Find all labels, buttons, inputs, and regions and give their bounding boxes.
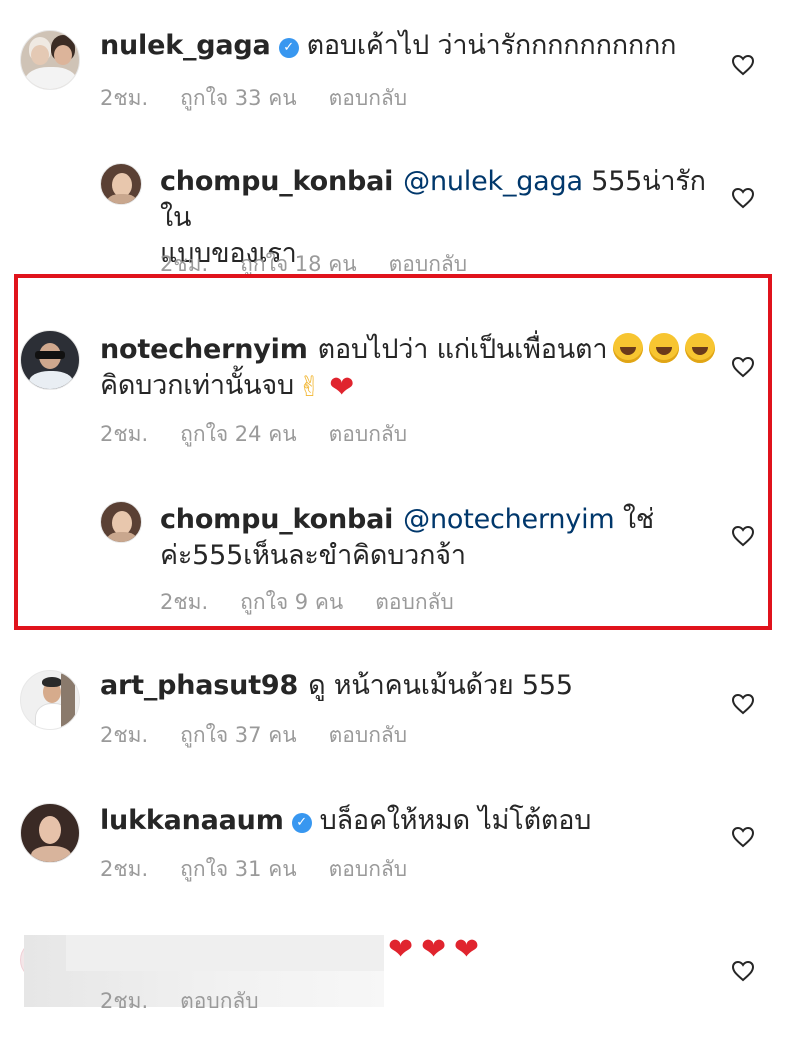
reply-button[interactable]: ตอบกลับ [329,857,408,881]
heart-outline-icon[interactable] [731,187,755,209]
heart-outline-icon[interactable] [731,525,755,547]
comment-text: ตอบเค้าไป ว่าน่ารักกกกกกกกกก [306,30,677,61]
rolling-on-floor-laughing-emoji [685,333,716,363]
username[interactable]: lukkanaaum [100,805,284,836]
heart-outline-icon[interactable] [731,960,755,982]
heart-outline-icon[interactable] [731,356,755,378]
username[interactable]: chompu_konbai [160,504,393,535]
avatar[interactable] [20,803,80,863]
rolling-on-floor-laughing-emoji [613,333,644,363]
mention-link[interactable]: @notechernyim [403,504,615,535]
likes-count[interactable]: ถูกใจ 37 คน [180,723,296,747]
comment-text: ใช่ [622,504,654,535]
comment-text-cont: ค่ะ555เห็นละขำคิดบวกจ้า [160,540,466,571]
reply-button[interactable]: ตอบกลับ [329,422,408,446]
timestamp[interactable]: 2ชม. [160,252,208,276]
comment-text: ดู หน้าคนเม้นด้วย 555 [308,670,573,701]
heart-outline-icon[interactable] [731,826,755,848]
avatar[interactable] [100,501,142,543]
reply-button[interactable]: ตอบกลับ [375,590,454,614]
red-heart-emoji: ❤ [420,932,446,967]
likes-count[interactable]: ถูกใจ 33 คน [180,86,296,110]
reply-button[interactable]: ตอบกลับ [180,989,259,1013]
mention-link[interactable]: @nulek_gaga [403,166,583,197]
username[interactable]: art_phasut98 [100,670,298,701]
avatar[interactable] [20,330,80,390]
verified-badge-icon: ✓ [291,813,312,833]
avatar[interactable] [100,163,142,205]
verified-badge-icon: ✓ [278,38,299,58]
username[interactable]: nulek_gaga [100,30,271,61]
reply-button[interactable]: ตอบกลับ [329,86,408,110]
reply-button[interactable]: ตอบกลับ [329,723,408,747]
username[interactable]: notechernyim [100,334,308,365]
reply-button[interactable]: ตอบกลับ [389,252,468,276]
username[interactable]: chompu_konbai [160,166,393,197]
comment-text-cont: คิดบวกเท่านั้นจบ [100,370,294,401]
highlight-box [14,274,772,630]
heart-outline-icon[interactable] [731,693,755,715]
likes-count[interactable]: ถูกใจ 24 คน [180,422,296,446]
red-heart-emoji: ❤ [388,932,413,967]
rolling-on-floor-laughing-emoji [649,333,680,363]
avatar[interactable] [20,30,80,90]
timestamp[interactable]: 2ชม. [100,989,148,1013]
red-heart-emoji: ❤ [453,932,479,967]
likes-count[interactable]: ถูกใจ 9 คน [240,590,343,614]
likes-count[interactable]: ถูกใจ 18 คน [240,252,356,276]
timestamp[interactable]: 2ชม. [100,422,148,446]
comment-text: บล็อคให้หมด ไม่โต้ตอบ [319,805,592,836]
timestamp[interactable]: 2ชม. [100,86,148,110]
blurred-area [66,935,384,971]
avatar[interactable] [20,670,80,730]
red-heart-emoji: ❤ [329,370,355,405]
comment-text: ตอบไปว่า แก่เป็นเพื่อนตา [317,334,608,365]
heart-outline-icon[interactable] [731,54,755,76]
timestamp[interactable]: 2ชม. [160,590,208,614]
timestamp[interactable]: 2ชม. [100,857,148,881]
victory-hand-emoji: ✌ [297,370,322,403]
timestamp[interactable]: 2ชม. [100,723,148,747]
likes-count[interactable]: ถูกใจ 31 คน [180,857,296,881]
